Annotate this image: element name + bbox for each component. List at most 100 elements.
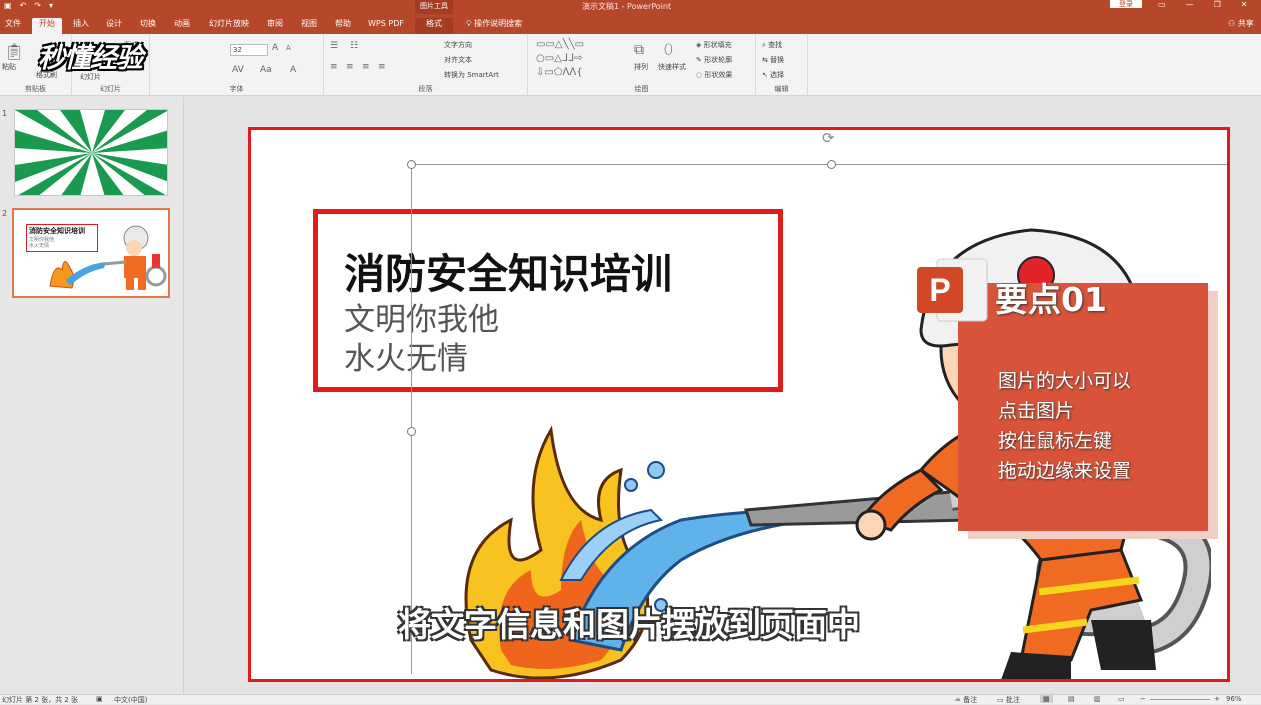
login-button[interactable]: 登录	[1110, 0, 1142, 8]
align-left-icon[interactable]: ≡	[330, 62, 338, 72]
shape-fill-button[interactable]: ◈ 形状填充	[696, 40, 732, 50]
arrange-button[interactable]: 排列	[634, 62, 648, 72]
char-spacing-icon[interactable]: AV	[232, 65, 244, 75]
slide-thumbnails-pane: 1 2 消防安全知识培训 文明你我他 水火无情	[0, 97, 184, 694]
find-button[interactable]: ⌕ 查找	[762, 40, 782, 50]
zoom-level[interactable]: 96%	[1226, 695, 1242, 703]
grow-font-icon[interactable]: A	[272, 43, 278, 53]
drawing-group: ▭▭△╲╲▭ ○▭△ᒧᒧ⇨ ⇩▭⬠ᐱᐱ{ ⧉ 排列 ⬯ 快速样式 ◈ 形状填充 ✎ …	[528, 34, 756, 96]
align-center-icon[interactable]: ≡	[346, 62, 354, 72]
thumb-fireman-image	[49, 225, 167, 290]
tab-slideshow[interactable]: 幻灯片放映	[205, 18, 253, 34]
undo-icon[interactable]: ↶	[20, 1, 27, 10]
pen-icon: ✎	[696, 56, 705, 64]
select-button[interactable]: ↖ 选择	[762, 70, 784, 80]
tab-home[interactable]: 开始	[32, 18, 62, 34]
font-size-select[interactable]: 32	[230, 44, 268, 56]
reading-view-icon[interactable]: ▥	[1094, 695, 1101, 703]
paragraph-label: 段落	[418, 85, 433, 93]
resize-handle-top-left[interactable]	[407, 160, 416, 169]
video-caption: 将文字信息和图片摆放到页面中	[398, 605, 860, 644]
bullets-icon[interactable]: ☰	[330, 41, 338, 51]
font-label: 字体	[229, 85, 244, 93]
rotate-handle-icon[interactable]: ⟳	[822, 130, 835, 147]
cursor-icon: ↖	[762, 71, 771, 79]
justify-icon[interactable]: ≡	[378, 62, 386, 72]
slide-canvas[interactable]: 消防安全知识培训 文明你我他 水火无情 P 要点01 图片的大小可以 点击图片 …	[248, 127, 1230, 682]
font-color-icon[interactable]: A	[290, 65, 296, 75]
zoom-slider[interactable]	[1150, 699, 1210, 700]
slide-thumbnail-1[interactable]	[14, 109, 168, 196]
paste-icon[interactable]: 📋︎	[4, 42, 24, 61]
tab-insert[interactable]: 插入	[68, 18, 94, 34]
paint-bucket-icon: ◈	[696, 41, 704, 49]
quick-styles-button[interactable]: 快速样式	[658, 62, 686, 72]
thumb-number-1: 1	[2, 109, 8, 118]
convert-smartart-button[interactable]: 转换为 SmartArt	[444, 70, 499, 80]
ribbon: 📋︎ 粘贴 格式刷 剪贴板 版式 幻灯片 幻灯片 32 A A AV Aa A …	[0, 34, 1261, 96]
slides-label: 幻灯片	[100, 85, 121, 93]
share-button[interactable]: ⚇ 共享	[1228, 18, 1254, 29]
watermark-logo: 秒懂经验	[38, 43, 143, 74]
clipboard-label: 剪贴板	[25, 85, 46, 93]
tab-help[interactable]: 帮助	[330, 18, 356, 34]
tab-view[interactable]: 视图	[296, 18, 322, 34]
shape-effects-button[interactable]: ◌ 形状效果	[696, 70, 732, 80]
lightbulb-icon: 💡︎	[466, 19, 475, 28]
notes-icon: ≐	[955, 696, 964, 704]
resize-handle-middle-left[interactable]	[407, 427, 416, 436]
restore-icon[interactable]: ❐	[1214, 0, 1221, 9]
drawing-label: 绘图	[634, 85, 649, 93]
tell-me-search[interactable]: 💡︎ 操作说明搜索	[466, 18, 522, 29]
ribbon-tabs: 文件 开始 插入 设计 切换 动画 幻灯片放映 审阅 视图 帮助 WPS PDF…	[0, 14, 1261, 34]
person-icon: ⚇	[1228, 19, 1238, 28]
text-direction-button[interactable]: 文字方向	[444, 40, 472, 50]
thumb-number-2: 2	[2, 209, 8, 218]
ribbon-display-icon[interactable]: ▭	[1158, 0, 1166, 9]
tab-format[interactable]: 格式	[415, 18, 453, 34]
sunburst-image	[15, 110, 167, 195]
tab-transitions[interactable]: 切换	[135, 18, 161, 34]
comment-icon: ▭	[997, 696, 1006, 704]
minimize-icon[interactable]: —	[1186, 0, 1194, 9]
status-bar: 幻灯片 第 2 张，共 2 张 ▣ 中文(中国) ≐ 备注 ▭ 批注 ▦ ▤ ▥…	[0, 694, 1261, 704]
tab-file[interactable]: 文件	[2, 18, 24, 34]
resize-handle-top-middle[interactable]	[827, 160, 836, 169]
document-title: 演示文稿1 - PowerPoint	[582, 2, 672, 11]
align-right-icon[interactable]: ≡	[362, 62, 370, 72]
save-icon[interactable]: ▣	[4, 1, 12, 10]
arrange-icon[interactable]: ⧉	[634, 42, 644, 58]
quick-access-toolbar: ▣ ↶ ↷ ▾	[4, 1, 53, 10]
tab-wps-pdf[interactable]: WPS PDF	[364, 18, 408, 34]
customize-icon[interactable]: ▾	[49, 1, 53, 10]
change-case-icon[interactable]: Aa	[260, 65, 272, 75]
normal-view-icon[interactable]: ▦	[1040, 695, 1053, 703]
tab-review[interactable]: 审阅	[262, 18, 288, 34]
paste-button[interactable]: 粘贴	[2, 62, 16, 72]
font-group: 32 A A AV Aa A 字体	[150, 34, 324, 96]
title-bar: ▣ ↶ ↷ ▾ 图片工具 演示文稿1 - PowerPoint 登录 ▭ — ❐…	[0, 0, 1261, 14]
slideshow-icon[interactable]: ▭	[1118, 695, 1125, 703]
paragraph-group: ☰ ☷ ≡ ≡ ≡ ≡ 文字方向 对齐文本 转换为 SmartArt 段落	[324, 34, 528, 96]
editing-label: 编辑	[774, 85, 789, 93]
shapes-gallery-icon[interactable]: ▭▭△╲╲▭ ○▭△ᒧᒧ⇨ ⇩▭⬠ᐱᐱ{	[536, 38, 626, 80]
window-controls: ▭ — ❐ ✕	[1158, 0, 1247, 9]
numbering-icon[interactable]: ☷	[350, 41, 358, 51]
quick-styles-icon[interactable]: ⬯	[664, 42, 673, 58]
align-text-button[interactable]: 对齐文本	[444, 55, 472, 65]
shape-outline-button[interactable]: ✎ 形状轮廓	[696, 55, 732, 65]
zoom-in-icon[interactable]: +	[1214, 695, 1220, 703]
picture-tools-title: 图片工具	[415, 0, 453, 14]
redo-icon[interactable]: ↷	[34, 1, 41, 10]
replace-icon: ⇆	[762, 56, 771, 64]
slide-sorter-icon[interactable]: ▤	[1068, 695, 1075, 703]
replace-button[interactable]: ⇆ 替换	[762, 55, 784, 65]
zoom-out-icon[interactable]: −	[1140, 695, 1146, 703]
tab-design[interactable]: 设计	[101, 18, 127, 34]
shrink-font-icon[interactable]: A	[286, 44, 291, 52]
close-icon[interactable]: ✕	[1241, 0, 1248, 9]
spellcheck-icon[interactable]: ▣	[96, 695, 103, 703]
editing-group: ⌕ 查找 ⇆ 替换 ↖ 选择 编辑	[756, 34, 808, 96]
slide-thumbnail-2[interactable]: 消防安全知识培训 文明你我他 水火无情	[12, 208, 170, 298]
tab-animations[interactable]: 动画	[169, 18, 195, 34]
